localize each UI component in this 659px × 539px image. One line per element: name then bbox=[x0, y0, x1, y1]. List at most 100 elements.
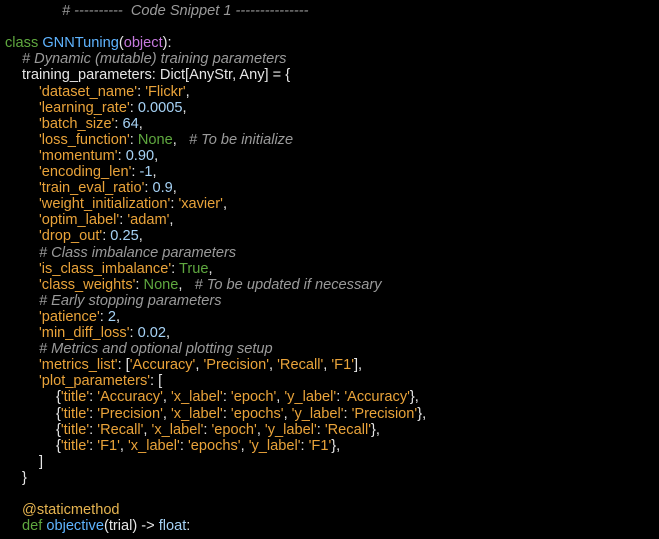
code-token-string: 'Precision' bbox=[351, 405, 418, 422]
code-token-plain: : bbox=[129, 99, 138, 116]
code-token-plain: , bbox=[138, 115, 143, 132]
code-line: 'patience': 2, bbox=[39, 309, 120, 325]
code-token-keyword: class bbox=[5, 35, 43, 52]
code-token-plain: }, bbox=[409, 389, 419, 406]
code-line: def objective(trial) -> float: bbox=[22, 518, 190, 534]
code-token-type: float bbox=[158, 518, 187, 535]
code-token-plain: , bbox=[169, 212, 174, 229]
code-token-string: 'x_label' bbox=[151, 421, 204, 438]
code-token-string: 'y_label' bbox=[248, 437, 301, 454]
code-token-plain: : bbox=[99, 308, 108, 325]
code-line: 'learning_rate': 0.0005, bbox=[39, 100, 187, 116]
code-token-func: objective bbox=[46, 518, 104, 535]
code-token-plain: : bbox=[316, 421, 325, 438]
code-token-string: 'y_label' bbox=[284, 389, 337, 406]
code-token-comment: # To be updated if necessary bbox=[194, 276, 382, 293]
code-token-number: 0.02 bbox=[137, 325, 166, 341]
code-token-plain: , bbox=[119, 437, 128, 454]
code-token-string: 'encoding_len' bbox=[39, 164, 132, 180]
code-token-string: 'Accuracy' bbox=[344, 389, 410, 406]
code-token-string: 'title' bbox=[60, 405, 90, 422]
code-token-plain: : bbox=[343, 405, 352, 422]
code-token-string: 'is_class_imbalance' bbox=[39, 260, 172, 277]
code-token-plain: , bbox=[154, 147, 159, 164]
code-token-string: 'xavier' bbox=[178, 196, 223, 213]
code-line: 'metrics_list': ['Accuracy', 'Precision'… bbox=[39, 357, 362, 373]
code-token-comment: # To be initialize bbox=[188, 131, 294, 148]
code-token-plain: } bbox=[22, 469, 27, 486]
code-token-string: 'momentum' bbox=[39, 147, 118, 164]
code-token-comment: # Early stopping parameters bbox=[39, 292, 222, 309]
code-line: 'weight_initialization': 'xavier', bbox=[39, 196, 227, 212]
code-line: @staticmethod bbox=[22, 502, 120, 518]
code-token-plain: : bbox=[129, 325, 138, 341]
code-line: 'loss_function': None, # To be initializ… bbox=[39, 132, 293, 148]
code-token-const: True bbox=[178, 260, 209, 277]
code-line: {'title': 'Precision', 'x_label': 'epoch… bbox=[56, 406, 426, 422]
code-token-plain: : bbox=[171, 260, 179, 277]
code-token-plain: : [ bbox=[150, 373, 163, 390]
code-line: 'encoding_len': -1, bbox=[39, 164, 157, 180]
code-token-plain: : bbox=[300, 437, 309, 454]
code-line: {'title': 'Recall', 'x_label': 'epoch', … bbox=[56, 422, 380, 438]
code-token-string: 'Precision' bbox=[97, 405, 163, 422]
code-token-plain: , bbox=[115, 308, 121, 325]
code-token-string: 'x_label' bbox=[170, 389, 223, 406]
code-token-const: None bbox=[143, 276, 179, 293]
code-token-comment: # Class imbalance parameters bbox=[39, 244, 237, 261]
code-token-string: 'epochs' bbox=[187, 437, 241, 454]
code-token-string: 'F1' bbox=[308, 437, 332, 454]
code-token-plain: : bbox=[135, 276, 144, 293]
code-token-string: 'min_diff_loss' bbox=[39, 325, 130, 341]
code-token-plain: , bbox=[162, 405, 171, 422]
code-token-comment: # Dynamic (mutable) training parameters bbox=[22, 51, 287, 68]
code-token-plain: : bbox=[186, 518, 191, 535]
code-line: 'plot_parameters': [ bbox=[39, 373, 162, 389]
code-token-plain: , bbox=[152, 164, 157, 180]
code-token-string: 'Recall' bbox=[277, 357, 324, 374]
code-token-keyword: def bbox=[22, 518, 47, 535]
code-line: 'is_class_imbalance': True, bbox=[39, 261, 213, 277]
code-token-string: 'epoch' bbox=[211, 421, 257, 438]
code-token-plain: : bbox=[179, 437, 188, 454]
code-line: } bbox=[22, 470, 27, 486]
code-line: 'drop_out': 0.25, bbox=[39, 228, 143, 244]
code-token-plain: , bbox=[138, 228, 143, 245]
code-token-string: 'Flickr' bbox=[145, 83, 186, 100]
code-token-plain: , bbox=[256, 421, 265, 438]
code-line: training_parameters: Dict[AnyStr, Any] =… bbox=[22, 67, 290, 83]
code-token-string: 'plot_parameters' bbox=[39, 373, 151, 390]
code-line: class GNNTuning(object): bbox=[5, 35, 172, 51]
code-token-plain: : bbox=[222, 405, 231, 422]
code-token-string: 'F1' bbox=[97, 437, 120, 454]
code-token-string: 'metrics_list' bbox=[39, 357, 118, 374]
code-token-string: 'title' bbox=[60, 389, 90, 406]
code-line: 'batch_size': 64, bbox=[39, 116, 143, 132]
code-token-const: None bbox=[137, 131, 173, 148]
code-line: # Dynamic (mutable) training parameters bbox=[22, 51, 286, 67]
code-token-number: 0.0005 bbox=[137, 99, 183, 116]
code-token-plain: , bbox=[178, 276, 195, 293]
code-token-plain: , bbox=[172, 180, 177, 197]
code-token-string: 'epochs' bbox=[230, 405, 284, 422]
code-token-plain: : bbox=[137, 83, 146, 100]
code-line: # ---------- Code Snippet 1 ------------… bbox=[62, 3, 308, 19]
code-token-classname: GNNTuning bbox=[42, 35, 119, 52]
code-token-number: 0.25 bbox=[110, 228, 139, 245]
code-line: {'title': 'F1', 'x_label': 'epochs', 'y_… bbox=[56, 438, 340, 454]
code-token-number: 64 bbox=[122, 115, 139, 132]
code-token-plain: , bbox=[166, 325, 171, 341]
code-token-plain: , bbox=[222, 196, 228, 213]
code-token-plain: , bbox=[143, 421, 152, 438]
code-token-number: -1 bbox=[139, 164, 153, 180]
code-token-decorator: @staticmethod bbox=[22, 502, 120, 519]
code-token-plain: , bbox=[208, 260, 213, 277]
code-token-string: 'dataset_name' bbox=[39, 83, 138, 100]
code-token-string: 'Precision' bbox=[203, 357, 270, 374]
code-token-plain: : bbox=[117, 147, 126, 164]
code-line: # Class imbalance parameters bbox=[39, 245, 236, 261]
code-token-string: 'title' bbox=[60, 437, 90, 454]
code-token-string: 'optim_label' bbox=[39, 212, 120, 229]
code-line: 'class_weights': None, # To be updated i… bbox=[39, 277, 382, 293]
code-line: 'momentum': 0.90, bbox=[39, 148, 158, 164]
